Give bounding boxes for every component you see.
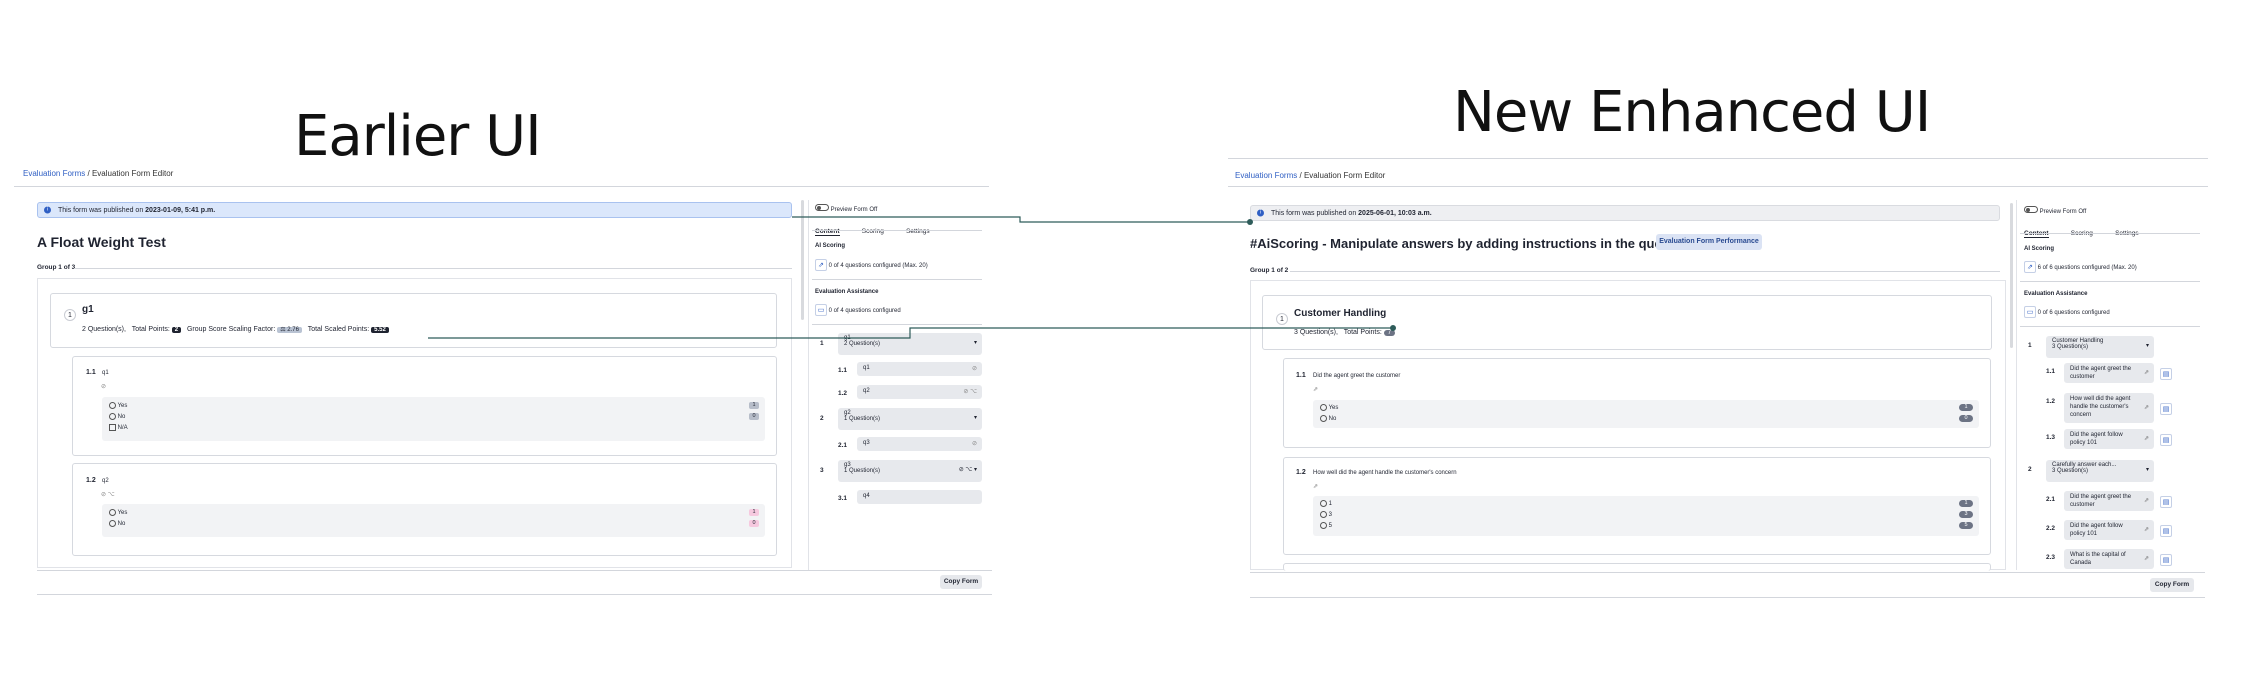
- points-connector-dot: [1390, 325, 1396, 331]
- banner-connector-line: [792, 216, 1250, 223]
- comparison-connectors: [428, 216, 1396, 339]
- banner-connector-dot: [1247, 219, 1253, 225]
- points-connector-line: [428, 327, 1393, 339]
